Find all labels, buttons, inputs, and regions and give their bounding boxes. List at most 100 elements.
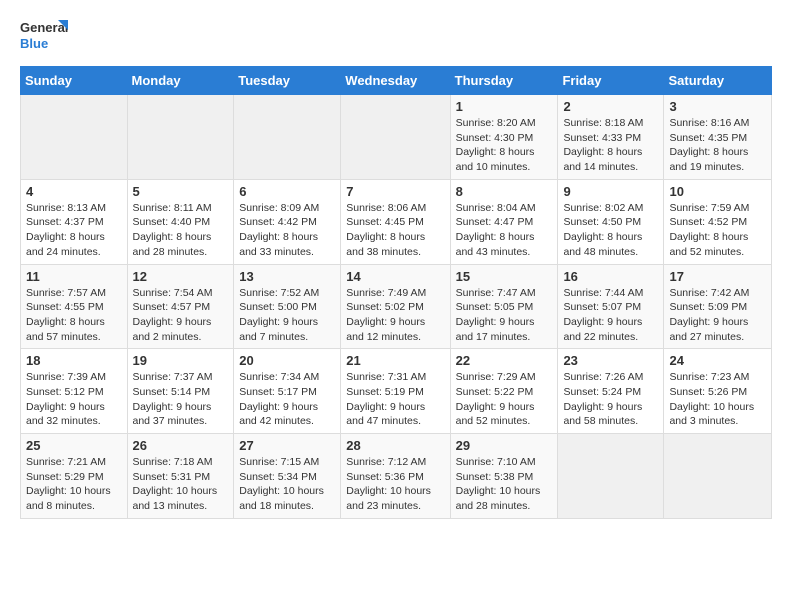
- day-info: Sunrise: 7:31 AM Sunset: 5:19 PM Dayligh…: [346, 370, 444, 429]
- weekday-header: Friday: [558, 67, 664, 95]
- day-info: Sunrise: 7:39 AM Sunset: 5:12 PM Dayligh…: [26, 370, 122, 429]
- calendar-header-row: SundayMondayTuesdayWednesdayThursdayFrid…: [21, 67, 772, 95]
- day-number: 1: [456, 99, 553, 114]
- day-info: Sunrise: 7:54 AM Sunset: 4:57 PM Dayligh…: [133, 286, 229, 345]
- calendar-cell: [664, 434, 772, 519]
- day-info: Sunrise: 7:23 AM Sunset: 5:26 PM Dayligh…: [669, 370, 766, 429]
- day-number: 28: [346, 438, 444, 453]
- calendar-table: SundayMondayTuesdayWednesdayThursdayFrid…: [20, 66, 772, 519]
- day-number: 19: [133, 353, 229, 368]
- day-info: Sunrise: 8:04 AM Sunset: 4:47 PM Dayligh…: [456, 201, 553, 260]
- weekday-header: Tuesday: [234, 67, 341, 95]
- calendar-cell: 3 Sunrise: 8:16 AM Sunset: 4:35 PM Daylig…: [664, 95, 772, 180]
- calendar-cell: 11 Sunrise: 7:57 AM Sunset: 4:55 PM Dayli…: [21, 264, 128, 349]
- day-info: Sunrise: 8:06 AM Sunset: 4:45 PM Dayligh…: [346, 201, 444, 260]
- weekday-header: Thursday: [450, 67, 558, 95]
- calendar-cell: 12Sunrise: 7:54 AM Sunset: 4:57 PM Dayli…: [127, 264, 234, 349]
- day-number: 3: [669, 99, 766, 114]
- calendar-cell: 6Sunrise: 8:09 AM Sunset: 4:42 PM Daylig…: [234, 179, 341, 264]
- calendar-cell: 1 Sunrise: 8:20 AM Sunset: 4:30 PM Daylig…: [450, 95, 558, 180]
- day-number: 14: [346, 269, 444, 284]
- day-number: 29: [456, 438, 553, 453]
- day-number: 4: [26, 184, 122, 199]
- day-number: 20: [239, 353, 335, 368]
- day-number: 5: [133, 184, 229, 199]
- calendar-week-row: 18 Sunrise: 7:39 AM Sunset: 5:12 PM Dayli…: [21, 349, 772, 434]
- day-info: Sunrise: 7:49 AM Sunset: 5:02 PM Dayligh…: [346, 286, 444, 345]
- calendar-cell: 20 Sunrise: 7:34 AM Sunset: 5:17 PM Dayli…: [234, 349, 341, 434]
- day-number: 26: [133, 438, 229, 453]
- day-info: Sunrise: 7:12 AM Sunset: 5:36 PM Dayligh…: [346, 455, 444, 514]
- calendar-cell: 10 Sunrise: 7:59 AM Sunset: 4:52 PM Dayli…: [664, 179, 772, 264]
- calendar-cell: 29 Sunrise: 7:10 AM Sunset: 5:38 PM Dayli…: [450, 434, 558, 519]
- calendar-cell: 25 Sunrise: 7:21 AM Sunset: 5:29 PM Dayli…: [21, 434, 128, 519]
- calendar-cell: 27 Sunrise: 7:15 AM Sunset: 5:34 PM Dayli…: [234, 434, 341, 519]
- day-number: 11: [26, 269, 122, 284]
- calendar-cell: 9Sunrise: 8:02 AM Sunset: 4:50 PM Daylig…: [558, 179, 664, 264]
- calendar-cell: 26 Sunrise: 7:18 AM Sunset: 5:31 PM Dayli…: [127, 434, 234, 519]
- day-info: Sunrise: 7:34 AM Sunset: 5:17 PM Dayligh…: [239, 370, 335, 429]
- calendar-cell: 15 Sunrise: 7:47 AM Sunset: 5:05 PM Dayli…: [450, 264, 558, 349]
- calendar-cell: 4 Sunrise: 8:13 AM Sunset: 4:37 PM Daylig…: [21, 179, 128, 264]
- calendar-cell: 8Sunrise: 8:04 AM Sunset: 4:47 PM Daylig…: [450, 179, 558, 264]
- calendar-cell: 2 Sunrise: 8:18 AM Sunset: 4:33 PM Daylig…: [558, 95, 664, 180]
- day-number: 22: [456, 353, 553, 368]
- day-number: 18: [26, 353, 122, 368]
- day-info: Sunrise: 8:18 AM Sunset: 4:33 PM Dayligh…: [563, 116, 658, 175]
- calendar-week-row: 11 Sunrise: 7:57 AM Sunset: 4:55 PM Dayli…: [21, 264, 772, 349]
- calendar-cell: 5 Sunrise: 8:11 AM Sunset: 4:40 PM Daylig…: [127, 179, 234, 264]
- header: General Blue: [20, 16, 772, 58]
- day-info: Sunrise: 7:15 AM Sunset: 5:34 PM Dayligh…: [239, 455, 335, 514]
- calendar-cell: [558, 434, 664, 519]
- day-info: Sunrise: 8:20 AM Sunset: 4:30 PM Dayligh…: [456, 116, 553, 175]
- calendar-cell: [21, 95, 128, 180]
- calendar-cell: 22Sunrise: 7:29 AM Sunset: 5:22 PM Dayli…: [450, 349, 558, 434]
- day-number: 13: [239, 269, 335, 284]
- day-info: Sunrise: 7:52 AM Sunset: 5:00 PM Dayligh…: [239, 286, 335, 345]
- calendar-cell: [341, 95, 450, 180]
- calendar-week-row: 1 Sunrise: 8:20 AM Sunset: 4:30 PM Daylig…: [21, 95, 772, 180]
- day-number: 17: [669, 269, 766, 284]
- day-number: 10: [669, 184, 766, 199]
- day-number: 24: [669, 353, 766, 368]
- calendar-cell: 17 Sunrise: 7:42 AM Sunset: 5:09 PM Dayli…: [664, 264, 772, 349]
- day-info: Sunrise: 8:13 AM Sunset: 4:37 PM Dayligh…: [26, 201, 122, 260]
- weekday-header: Wednesday: [341, 67, 450, 95]
- day-info: Sunrise: 7:44 AM Sunset: 5:07 PM Dayligh…: [563, 286, 658, 345]
- day-number: 16: [563, 269, 658, 284]
- day-number: 15: [456, 269, 553, 284]
- day-info: Sunrise: 7:18 AM Sunset: 5:31 PM Dayligh…: [133, 455, 229, 514]
- day-info: Sunrise: 7:42 AM Sunset: 5:09 PM Dayligh…: [669, 286, 766, 345]
- day-info: Sunrise: 7:21 AM Sunset: 5:29 PM Dayligh…: [26, 455, 122, 514]
- calendar-cell: 21Sunrise: 7:31 AM Sunset: 5:19 PM Dayli…: [341, 349, 450, 434]
- day-info: Sunrise: 7:37 AM Sunset: 5:14 PM Dayligh…: [133, 370, 229, 429]
- calendar-cell: 14 Sunrise: 7:49 AM Sunset: 5:02 PM Dayli…: [341, 264, 450, 349]
- day-info: Sunrise: 8:16 AM Sunset: 4:35 PM Dayligh…: [669, 116, 766, 175]
- day-info: Sunrise: 7:59 AM Sunset: 4:52 PM Dayligh…: [669, 201, 766, 260]
- weekday-header: Monday: [127, 67, 234, 95]
- day-info: Sunrise: 8:11 AM Sunset: 4:40 PM Dayligh…: [133, 201, 229, 260]
- day-number: 2: [563, 99, 658, 114]
- calendar-cell: 24 Sunrise: 7:23 AM Sunset: 5:26 PM Dayli…: [664, 349, 772, 434]
- day-info: Sunrise: 7:26 AM Sunset: 5:24 PM Dayligh…: [563, 370, 658, 429]
- logo: General Blue: [20, 16, 70, 58]
- calendar-cell: 19 Sunrise: 7:37 AM Sunset: 5:14 PM Dayli…: [127, 349, 234, 434]
- day-number: 9: [563, 184, 658, 199]
- day-info: Sunrise: 7:47 AM Sunset: 5:05 PM Dayligh…: [456, 286, 553, 345]
- day-number: 25: [26, 438, 122, 453]
- calendar-week-row: 4 Sunrise: 8:13 AM Sunset: 4:37 PM Daylig…: [21, 179, 772, 264]
- calendar-cell: 7Sunrise: 8:06 AM Sunset: 4:45 PM Daylig…: [341, 179, 450, 264]
- day-number: 27: [239, 438, 335, 453]
- day-info: Sunrise: 8:09 AM Sunset: 4:42 PM Dayligh…: [239, 201, 335, 260]
- calendar-cell: 16 Sunrise: 7:44 AM Sunset: 5:07 PM Dayli…: [558, 264, 664, 349]
- weekday-header: Saturday: [664, 67, 772, 95]
- calendar-cell: 18 Sunrise: 7:39 AM Sunset: 5:12 PM Dayli…: [21, 349, 128, 434]
- calendar-cell: 23 Sunrise: 7:26 AM Sunset: 5:24 PM Dayli…: [558, 349, 664, 434]
- calendar-cell: [127, 95, 234, 180]
- calendar-week-row: 25 Sunrise: 7:21 AM Sunset: 5:29 PM Dayli…: [21, 434, 772, 519]
- svg-text:Blue: Blue: [20, 36, 48, 51]
- day-info: Sunrise: 7:10 AM Sunset: 5:38 PM Dayligh…: [456, 455, 553, 514]
- day-info: Sunrise: 7:57 AM Sunset: 4:55 PM Dayligh…: [26, 286, 122, 345]
- day-number: 23: [563, 353, 658, 368]
- calendar-cell: [234, 95, 341, 180]
